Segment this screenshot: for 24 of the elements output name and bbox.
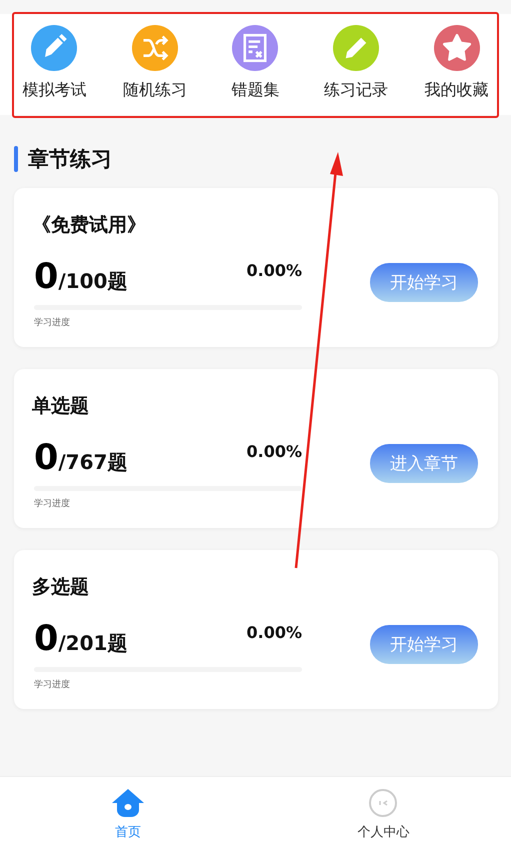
section-title: 章节练习 bbox=[28, 146, 112, 173]
chapter-title: 多选题 bbox=[32, 575, 90, 600]
done-count: 0 bbox=[34, 257, 58, 297]
progress-label: 学习进度 bbox=[34, 316, 70, 329]
shortcut-button[interactable]: 练习记录 bbox=[307, 25, 406, 101]
tab-button[interactable]: 个人中心 bbox=[256, 777, 511, 845]
progress-percent: 0.00% bbox=[246, 623, 302, 642]
shortcut-button[interactable]: 我的收藏 bbox=[408, 25, 506, 101]
progress-label: 学习进度 bbox=[34, 678, 70, 691]
shortcut-button[interactable]: 随机练习 bbox=[106, 25, 204, 101]
done-count: 0 bbox=[34, 438, 58, 478]
shortcut-button[interactable]: 错题集 bbox=[206, 25, 304, 101]
shortcut-button[interactable]: 模拟考试 bbox=[5, 25, 104, 101]
home-icon bbox=[110, 788, 145, 818]
tab-button[interactable]: 首页 bbox=[0, 777, 256, 845]
progress-percent: 0.00% bbox=[246, 261, 302, 280]
done-count: 0 bbox=[34, 619, 58, 659]
progress-label: 学习进度 bbox=[34, 498, 70, 510]
total-count: /767题 bbox=[58, 450, 128, 474]
chapter-title: 单选题 bbox=[32, 394, 90, 419]
total-count: /100题 bbox=[58, 269, 128, 293]
chapter-title: 《免费试用》 bbox=[32, 213, 147, 238]
progress-percent: 0.00% bbox=[246, 442, 302, 461]
total-count: /201题 bbox=[58, 631, 128, 655]
